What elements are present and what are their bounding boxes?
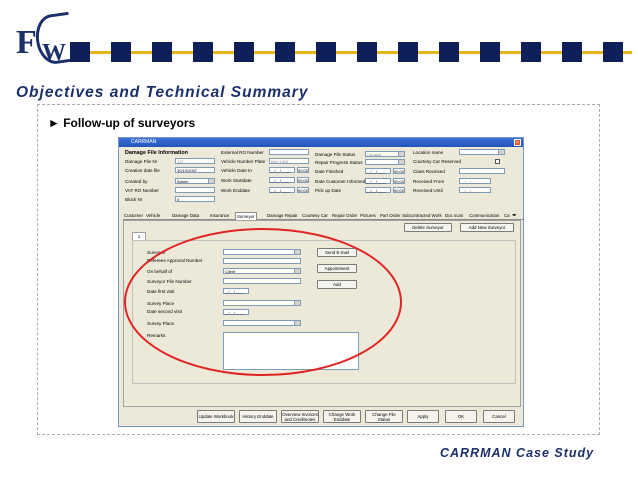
- close-icon[interactable]: ×: [514, 139, 521, 146]
- location-label: Location name: [413, 150, 444, 155]
- created-by-label: Created by: [125, 179, 148, 184]
- time-finished-field[interactable]: 00:00: [393, 168, 405, 174]
- external-ro-label: External RO Number: [221, 150, 264, 155]
- pickup-time-field[interactable]: 00:00: [393, 187, 405, 193]
- tab-customer[interactable]: Customer: [123, 212, 144, 220]
- logo-letter-w: W: [42, 40, 66, 66]
- received-until-field[interactable]: __/__/____: [459, 187, 491, 193]
- surveyor-subtab[interactable]: 1: [132, 232, 146, 240]
- courtesy-label: Courtesy Car Reserved: [413, 159, 461, 164]
- received-from-field[interactable]: __/__/____: [459, 178, 491, 184]
- tab-strip: Customer Vehicle Damage Data Insurance S…: [123, 211, 523, 220]
- vehicle-date-in-field[interactable]: __/__/____: [269, 167, 295, 173]
- work-startdate-field[interactable]: __/__/____: [269, 177, 295, 183]
- tab-doc-scan[interactable]: Doc scan: [444, 212, 464, 220]
- date-customer-label: Date Customer Informed: [315, 179, 366, 184]
- created-by-select[interactable]: Admin: [175, 178, 215, 184]
- window-titlebar: CARRMAN ×: [119, 138, 523, 147]
- work-endtime-field[interactable]: 00:00: [297, 187, 309, 193]
- damage-status-label: Damage File Status: [315, 152, 356, 157]
- slide-title: Objectives and Technical Summary: [16, 84, 309, 101]
- class-received-label: Class Received: [413, 169, 445, 174]
- band-square: [521, 42, 541, 62]
- tab-ca[interactable]: Ca: [503, 212, 511, 220]
- band-square: [234, 42, 254, 62]
- overview-invoices-button[interactable]: Overview Invoices and Creditnotes: [281, 410, 319, 423]
- band-square: [275, 42, 295, 62]
- cancel-button[interactable]: Cancel: [483, 410, 515, 423]
- vat-ro-label: VAT RO Number: [125, 188, 159, 193]
- damage-status-select[interactable]: Created: [365, 151, 405, 157]
- time-customer-field[interactable]: 00:00: [393, 178, 405, 184]
- creation-date-label: Creation date file: [125, 168, 160, 173]
- apply-button[interactable]: Apply: [407, 410, 439, 423]
- tab-courtesy-car[interactable]: Courtesy Car: [301, 212, 329, 220]
- band-square: [398, 42, 418, 62]
- date-finished-label: Date Finished: [315, 169, 344, 174]
- block-nr-label: Block Nr: [125, 197, 143, 202]
- band-square: [439, 42, 459, 62]
- band-square: [603, 42, 623, 62]
- slide-footer: CARRMAN Case Study: [440, 446, 595, 460]
- pickup-date-label: Pick up Date: [315, 188, 342, 193]
- logo-letter-f: F: [16, 24, 37, 61]
- tab-communication[interactable]: Communication: [468, 212, 501, 220]
- band-square: [562, 42, 582, 62]
- work-enddate-field[interactable]: __/__/____: [269, 187, 295, 193]
- received-from-label: Received From: [413, 179, 445, 184]
- received-until-label: Received Until: [413, 188, 443, 193]
- tab-repair-order[interactable]: Repair Order: [331, 212, 358, 220]
- courtesy-checkbox[interactable]: [495, 159, 500, 164]
- highlight-oval: [124, 228, 402, 376]
- tab-scroll-icon[interactable]: ◂▸: [512, 212, 516, 218]
- vehicle-plate-label: Vehicle Number Plate: [221, 159, 266, 164]
- band-square: [357, 42, 377, 62]
- section-title: Damage File Information: [125, 150, 188, 156]
- tab-part-order[interactable]: Part Order: [379, 212, 402, 220]
- change-work-enddate-button[interactable]: Change Work Enddate: [323, 410, 361, 423]
- block-nr-field[interactable]: 0: [175, 196, 215, 202]
- band-square: [152, 42, 172, 62]
- creation-date-field[interactable]: 30/10/2007: [175, 167, 215, 173]
- vehicle-time-in-field[interactable]: 00:00: [297, 167, 309, 173]
- work-enddate-label: Work Enddate: [221, 188, 251, 193]
- date-customer-field[interactable]: __/__/____: [365, 178, 391, 184]
- work-startdate-label: Work Startdate: [221, 178, 252, 183]
- location-select[interactable]: [459, 149, 505, 155]
- band-square: [480, 42, 500, 62]
- pickup-date-field[interactable]: __/__/____: [365, 187, 391, 193]
- external-ro-field[interactable]: [269, 149, 309, 155]
- repair-progress-label: Repair Progress Status: [315, 160, 363, 165]
- ok-button[interactable]: OK: [445, 410, 477, 423]
- tab-surveyor[interactable]: Surveyor: [235, 212, 257, 220]
- repair-progress-select[interactable]: [365, 159, 405, 165]
- vehicle-plate-field[interactable]: BAC1300: [269, 158, 309, 164]
- tab-pictures[interactable]: Pictures: [359, 212, 377, 220]
- work-starttime-field[interactable]: 00:00: [297, 177, 309, 183]
- band-square: [316, 42, 336, 62]
- header-band: [70, 42, 632, 62]
- window-title: CARRMAN: [131, 139, 157, 145]
- band-square: [111, 42, 131, 62]
- history-enddate-button[interactable]: History Enddate: [239, 410, 277, 423]
- band-square: [70, 42, 90, 62]
- vat-ro-field[interactable]: [175, 187, 215, 193]
- fw-logo: F W: [12, 10, 76, 67]
- vehicle-date-in-label: Vehicle Date In: [221, 168, 252, 173]
- date-finished-field[interactable]: __/__/____: [365, 168, 391, 174]
- add-surveyor-button[interactable]: Add New Surveyor: [460, 223, 514, 232]
- tab-subcontracted-work[interactable]: Subcontracted Work: [401, 212, 443, 220]
- change-file-status-button[interactable]: Change File Status: [365, 410, 403, 423]
- tab-vehicle[interactable]: Vehicle: [145, 212, 161, 220]
- class-received-field[interactable]: [459, 168, 505, 174]
- band-square: [193, 42, 213, 62]
- delete-surveyor-button[interactable]: Delete Surveyor: [404, 223, 452, 232]
- update-workbook-button[interactable]: Update Workbook: [197, 410, 235, 423]
- damage-file-nr-field[interactable]: 137: [175, 158, 215, 164]
- tab-damage-data[interactable]: Damage Data: [171, 212, 200, 220]
- tab-damage-repair[interactable]: Damage Repair: [266, 212, 299, 220]
- slide-bullet: ► Follow-up of surveyors: [48, 116, 196, 130]
- tab-insurance[interactable]: Insurance: [209, 212, 230, 220]
- damage-file-nr-label: Damage File Nr: [125, 159, 158, 164]
